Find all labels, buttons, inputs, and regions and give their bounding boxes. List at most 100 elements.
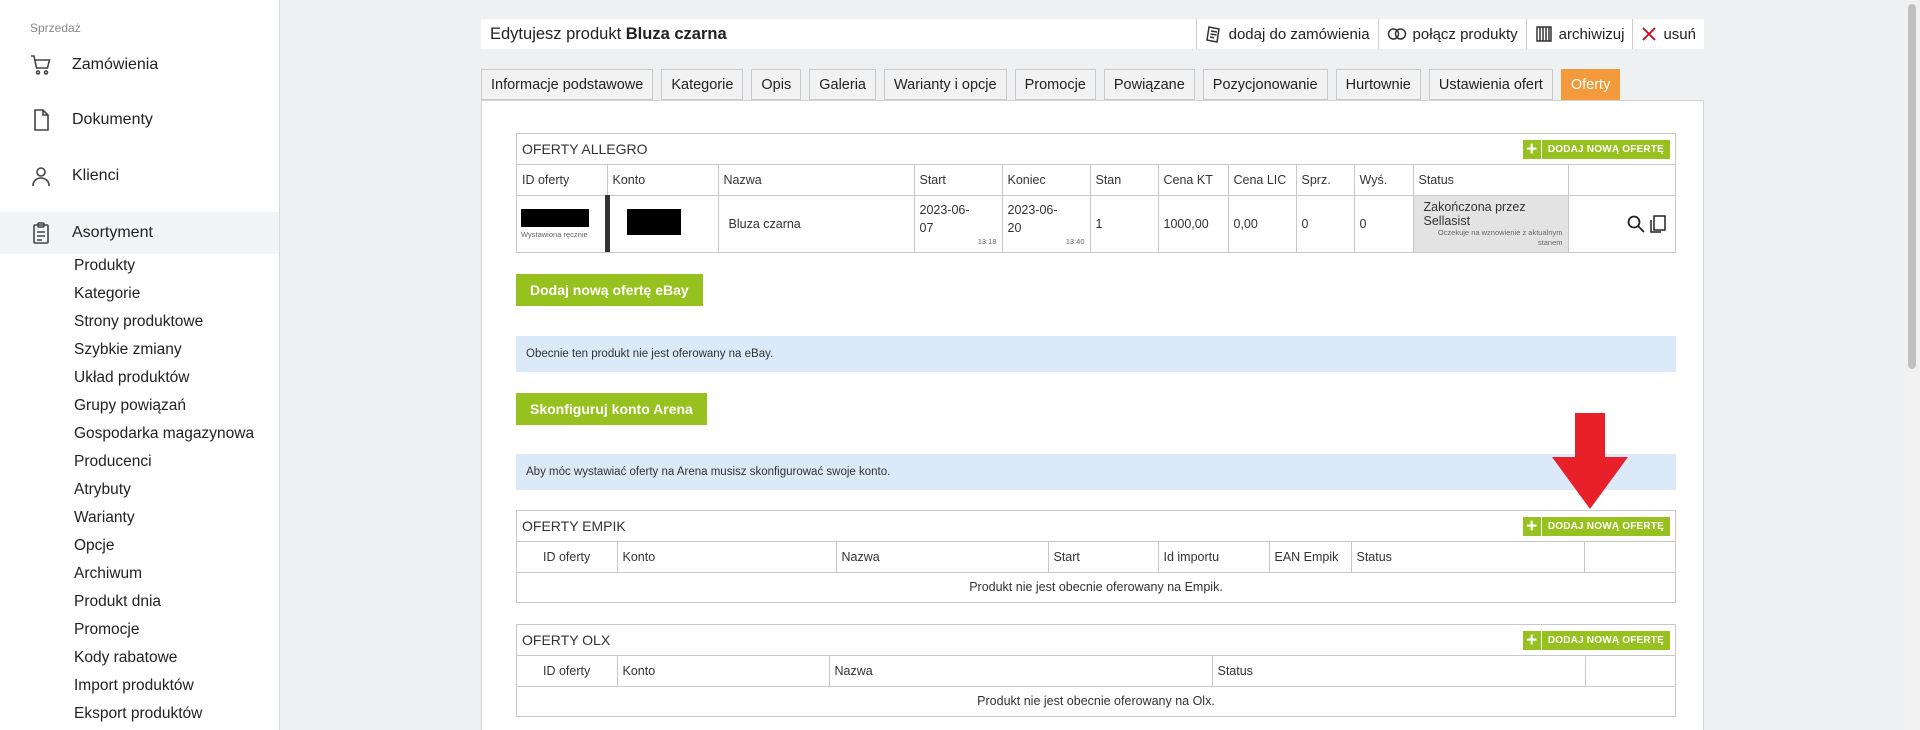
col-wys: Wyś. — [1354, 165, 1414, 196]
empik-add-offer-button[interactable]: + DODAJ NOWĄ OFERTĘ — [1522, 516, 1670, 536]
table-row: Produkt nie jest obecnie oferowany na Ol… — [517, 686, 1675, 716]
sidebar-item-dokumenty[interactable]: Dokumenty — [0, 100, 279, 140]
sidebar-subitem-atrybuty[interactable]: Atrybuty — [74, 481, 131, 499]
arena-info: Aby móc wystawiać oferty na Arena musisz… — [516, 454, 1676, 490]
empik-offers-box: OFERTY EMPIK + DODAJ NOWĄ OFERTĘ ID ofer… — [516, 510, 1676, 603]
tab-oferty[interactable]: Oferty — [1560, 69, 1621, 100]
cart-icon — [28, 52, 54, 78]
user-icon — [28, 163, 54, 189]
tab-pozycjonowanie[interactable]: Pozycjonowanie — [1202, 69, 1328, 100]
sidebar-subitem-grupy-powiazan[interactable]: Grupy powiązań — [74, 397, 186, 415]
tab-opis[interactable]: Opis — [751, 69, 802, 100]
account-cell — [604, 195, 719, 252]
plus-icon: + — [1523, 139, 1542, 159]
archive-icon — [1535, 26, 1552, 42]
sidebar-subitem-szybkie-zmiany[interactable]: Szybkie zmiany — [74, 341, 182, 359]
sidebar-subitem-kategorie[interactable]: Kategorie — [74, 285, 140, 303]
col-konto: Konto — [617, 656, 830, 687]
sidebar-subitem-import-produktow[interactable]: Import produktów — [74, 677, 194, 695]
table-header-row: ID oferty Konto Nazwa Start Id importu E… — [517, 542, 1675, 573]
col-konto: Konto — [607, 165, 719, 196]
page-title: Edytujesz produkt Bluza czarna — [481, 25, 1196, 44]
tab-galeria[interactable]: Galeria — [809, 69, 876, 100]
tab-promocje[interactable]: Promocje — [1014, 69, 1096, 100]
col-cena-kt: Cena KT — [1158, 165, 1229, 196]
col-cena-lic: Cena LIC — [1228, 165, 1297, 196]
status-cell: Zakończona przez Sellasist Oczekuje na w… — [1413, 195, 1569, 252]
table-header-row: ID oferty Konto Nazwa Start Koniec Stan … — [517, 165, 1675, 196]
copy-icon[interactable] — [1649, 214, 1667, 234]
col-id-oferty: ID oferty — [517, 656, 618, 687]
sidebar-subitem-opcje[interactable]: Opcje — [74, 537, 115, 555]
merge-products-label: połącz produkty — [1412, 25, 1518, 43]
delete-button[interactable]: usuń — [1632, 19, 1704, 49]
start-time: 13:18 — [977, 237, 997, 247]
ebay-info: Obecnie ten produkt nie jest oferowany n… — [516, 336, 1676, 372]
price-lic-value: 0,00 — [1228, 195, 1297, 252]
end-date: 2023-06-20 — [1007, 203, 1058, 236]
tab-powiazane[interactable]: Powiązane — [1103, 69, 1195, 100]
sidebar-item-klienci[interactable]: Klienci — [0, 156, 279, 196]
add-offer-label: DODAJ NOWĄ OFERTĘ — [1547, 634, 1664, 646]
redacted-offer-id — [521, 208, 589, 227]
sidebar-item-label: Zamówienia — [72, 56, 159, 73]
sidebar-subitem-archiwum[interactable]: Archiwum — [74, 565, 142, 583]
add-to-order-button[interactable]: dodaj do zamówienia — [1195, 19, 1378, 49]
start-cell: 2023-06-07 13:18 — [914, 195, 1003, 252]
olx-title: OFERTY OLX — [522, 632, 611, 648]
allegro-offers-box: OFERTY ALLEGRO + DODAJ NOWĄ OFERTĘ ID of… — [516, 133, 1676, 253]
plus-icon: + — [1523, 516, 1542, 536]
olx-add-offer-button[interactable]: + DODAJ NOWĄ OFERTĘ — [1522, 630, 1670, 650]
sidebar-subitem-gospodarka-magazynowa[interactable]: Gospodarka magazynowa — [74, 425, 254, 443]
sidebar-subitem-strony-produktowe[interactable]: Strony produktowe — [74, 313, 203, 331]
sidebar-subitem-kody-rabatowe[interactable]: Kody rabatowe — [74, 649, 177, 667]
status-text: Zakończona przez Sellasist — [1423, 199, 1526, 228]
sidebar-subitem-eksport-produktow[interactable]: Eksport produktów — [74, 705, 202, 723]
main-content: Edytujesz produkt Bluza czarna dodaj do … — [281, 0, 1896, 730]
col-status: Status — [1351, 542, 1585, 573]
col-actions — [1584, 542, 1675, 573]
col-konto: Konto — [617, 542, 837, 573]
tab-informacje-podstawowe[interactable]: Informacje podstawowe — [481, 69, 654, 100]
tab-ustawienia-ofert[interactable]: Ustawienia ofert — [1428, 69, 1553, 100]
olx-table: ID oferty Konto Nazwa Status Produkt nie… — [517, 656, 1675, 716]
tab-kategorie[interactable]: Kategorie — [661, 69, 744, 100]
sidebar-subitem-uklad-produktow[interactable]: Układ produktów — [74, 369, 189, 387]
offer-id-note: Wystawiona ręcznie — [521, 229, 588, 239]
search-icon[interactable] — [1626, 214, 1646, 234]
document-icon — [28, 107, 54, 133]
product-name: Bluza czarna — [625, 24, 727, 43]
sidebar-section-label: Sprzedaż — [30, 21, 81, 35]
delete-label: usuń — [1663, 25, 1696, 43]
col-koniec: Koniec — [1002, 165, 1091, 196]
tab-warianty-i-opcje[interactable]: Warianty i opcje — [883, 69, 1007, 100]
sidebar-subitem-producenci[interactable]: Producenci — [74, 453, 152, 471]
sidebar-subitem-warianty[interactable]: Warianty — [74, 509, 135, 527]
scrollbar-thumb[interactable] — [1908, 4, 1916, 369]
sidebar-subitem-produkt-dnia[interactable]: Produkt dnia — [74, 593, 161, 611]
sidebar-subitem-promocje[interactable]: Promocje — [74, 621, 139, 639]
add-to-order-label: dodaj do zamówienia — [1228, 25, 1370, 43]
sidebar-item-label: Asortyment — [72, 224, 153, 241]
sidebar-item-asortyment[interactable]: Asortyment — [0, 212, 279, 254]
col-stan: Stan — [1090, 165, 1159, 196]
sidebar-item-label: Dokumenty — [72, 111, 153, 128]
configure-arena-button[interactable]: Skonfiguruj konto Arena — [516, 393, 707, 425]
end-time: 13:40 — [1065, 237, 1085, 247]
olx-header: OFERTY OLX + DODAJ NOWĄ OFERTĘ — [517, 625, 1675, 656]
offer-name: Bluza czarna — [718, 195, 915, 252]
add-ebay-offer-button[interactable]: Dodaj nową ofertę eBay — [516, 274, 703, 306]
sidebar-subitem-produkty[interactable]: Produkty — [74, 257, 135, 275]
order-icon — [1205, 26, 1220, 43]
tab-hurtownie[interactable]: Hurtownie — [1335, 69, 1421, 100]
price-kt-value: 1000,00 — [1158, 195, 1229, 252]
status-note: Oczekuje na wznowienie z aktualnym stane… — [1437, 227, 1563, 247]
allegro-title: OFERTY ALLEGRO — [522, 141, 648, 157]
sidebar-item-zamowienia[interactable]: Zamówienia — [0, 45, 279, 85]
archive-button[interactable]: archiwizuj — [1525, 19, 1633, 49]
allegro-add-offer-button[interactable]: + DODAJ NOWĄ OFERTĘ — [1522, 139, 1670, 159]
merge-products-button[interactable]: połącz produkty — [1377, 19, 1526, 49]
offers-panel: OFERTY ALLEGRO + DODAJ NOWĄ OFERTĘ ID of… — [481, 100, 1704, 730]
allegro-header: OFERTY ALLEGRO + DODAJ NOWĄ OFERTĘ — [517, 134, 1675, 165]
page-scrollbar[interactable] — [1904, 0, 1920, 730]
